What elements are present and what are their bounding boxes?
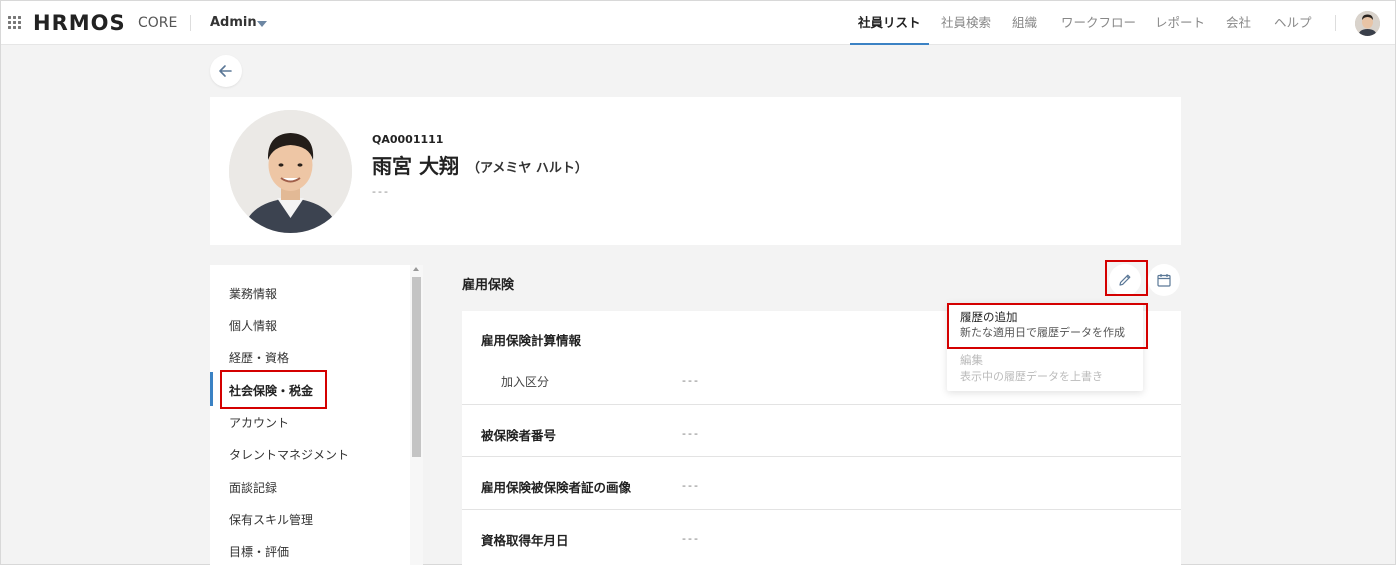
history-calendar-button[interactable] xyxy=(1148,264,1180,296)
calendar-icon xyxy=(1157,274,1171,287)
app-grid-icon[interactable] xyxy=(8,16,22,30)
sidebar: 業務情報 個人情報 経歴・資格 社会保険・税金 アカウント タレントマネジメント… xyxy=(210,265,423,565)
sidebar-item-business-info[interactable]: 業務情報 xyxy=(229,285,277,302)
row-divider xyxy=(462,456,1181,457)
menu-item-edit: 編集 表示中の履歴データを上書き xyxy=(947,347,1143,389)
nav-employee-list[interactable]: 社員リスト xyxy=(850,1,928,45)
row-divider xyxy=(462,404,1181,405)
calc-info-title: 雇用保険計算情報 xyxy=(481,333,582,348)
menu-item-desc: 新たな適用日で履歴データを作成 xyxy=(960,326,1125,339)
sidebar-item-goals[interactable]: 目標・評価 xyxy=(229,543,289,560)
header-divider xyxy=(190,15,191,31)
edit-button[interactable] xyxy=(1109,264,1141,296)
employee-kana: （アメミヤ ハルト） xyxy=(467,161,588,176)
acquisition-date-label: 資格取得年月日 xyxy=(481,533,569,548)
nav-company[interactable]: 会社 xyxy=(1226,1,1251,45)
logo[interactable]: HRMOS xyxy=(33,11,126,35)
chevron-down-icon[interactable] xyxy=(257,21,267,27)
arrow-left-icon xyxy=(219,65,232,77)
menu-item-title: 編集 xyxy=(960,353,983,367)
enrollment-value: --- xyxy=(682,374,700,387)
nav-help[interactable]: ヘルプ xyxy=(1274,1,1312,45)
row-divider xyxy=(462,509,1181,510)
enrollment-label: 加入区分 xyxy=(501,375,550,389)
edit-dropdown-menu: 履歴の追加 新たな適用日で履歴データを作成 編集 表示中の履歴データを上書き xyxy=(947,303,1143,391)
sidebar-item-interview[interactable]: 面談記録 xyxy=(229,479,277,496)
profile-photo xyxy=(229,110,352,233)
sidebar-item-personal-info[interactable]: 個人情報 xyxy=(229,317,277,334)
sidebar-item-social-insurance[interactable]: 社会保険・税金 xyxy=(229,382,313,399)
sidebar-item-skills[interactable]: 保有スキル管理 xyxy=(229,511,313,528)
menu-item-desc: 表示中の履歴データを上書き xyxy=(960,370,1103,383)
pencil-icon xyxy=(1119,274,1131,286)
sidebar-item-account[interactable]: アカウント xyxy=(229,414,289,431)
nav-employee-search[interactable]: 社員検索 xyxy=(941,1,991,45)
top-bar: HRMOS CORE Admin 社員リスト 社員検索 組織 ワークフロー レポ… xyxy=(1,1,1395,45)
admin-menu[interactable]: Admin xyxy=(210,15,257,30)
header-divider-right xyxy=(1335,15,1336,31)
menu-item-add-history[interactable]: 履歴の追加 新たな適用日で履歴データを作成 xyxy=(947,303,1143,345)
sidebar-item-career[interactable]: 経歴・資格 xyxy=(229,349,289,366)
certificate-image-value: --- xyxy=(682,479,700,492)
insured-number-value: --- xyxy=(682,427,700,440)
sidebar-active-indicator xyxy=(210,372,213,406)
user-avatar[interactable] xyxy=(1355,11,1380,36)
employee-sub: --- xyxy=(372,185,390,198)
insured-number-label: 被保険者番号 xyxy=(481,428,557,443)
acquisition-date-value: --- xyxy=(682,532,700,545)
profile-card: QA0001111 雨宮 大翔 （アメミヤ ハルト） --- xyxy=(210,97,1181,245)
section-title: 雇用保険 xyxy=(462,278,515,293)
menu-item-title: 履歴の追加 xyxy=(960,310,1018,324)
nav-organization[interactable]: 組織 xyxy=(1012,1,1037,45)
back-button[interactable] xyxy=(210,55,242,87)
scroll-up-icon[interactable] xyxy=(413,267,419,271)
logo-sub: CORE xyxy=(138,15,178,31)
employee-name: 雨宮 大翔 xyxy=(372,154,459,178)
nav-report[interactable]: レポート xyxy=(1155,1,1205,45)
certificate-image-label: 雇用保険被保険者証の画像 xyxy=(481,480,632,495)
employee-id: QA0001111 xyxy=(372,133,444,146)
nav-workflow[interactable]: ワークフロー xyxy=(1061,1,1136,45)
sidebar-scroll-thumb[interactable] xyxy=(412,277,421,457)
sidebar-item-talent[interactable]: タレントマネジメント xyxy=(229,446,349,463)
